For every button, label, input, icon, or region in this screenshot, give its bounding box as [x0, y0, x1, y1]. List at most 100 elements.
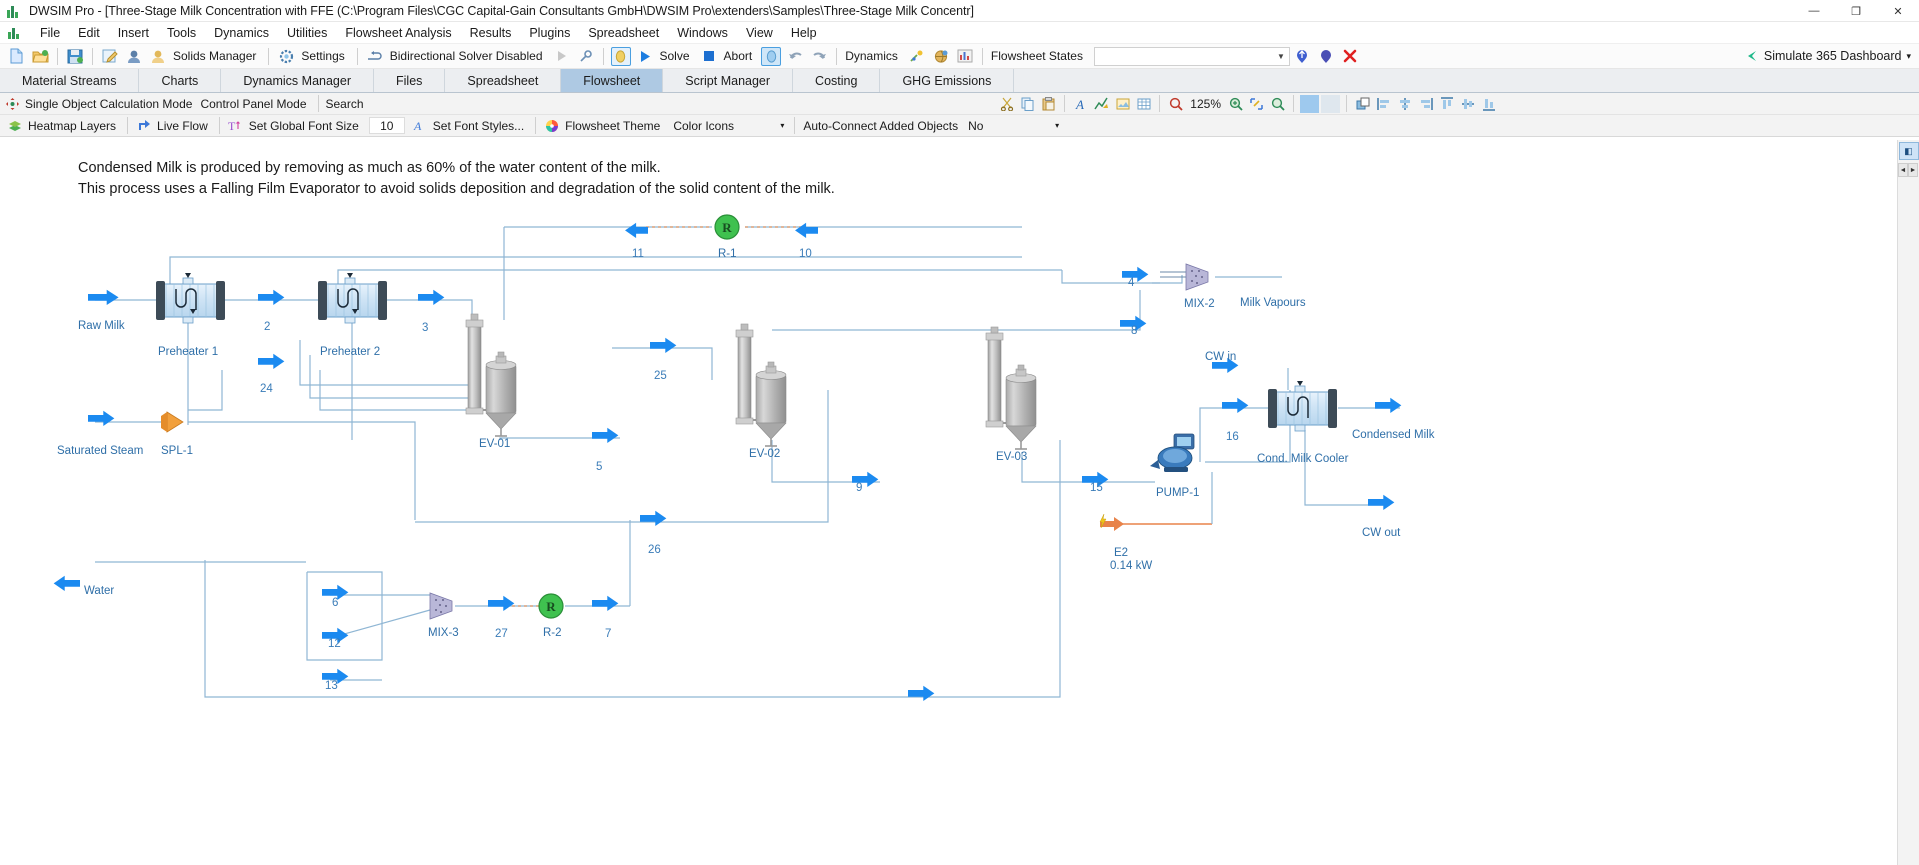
bidirectional-solver-button[interactable]: Bidirectional Solver Disabled	[387, 46, 550, 67]
set-font-styles-icon[interactable]: A	[410, 117, 429, 135]
open-folder-icon[interactable]	[30, 47, 50, 66]
insert-table-icon[interactable]	[1134, 95, 1153, 113]
tab-flowsheet[interactable]: Flowsheet	[561, 69, 664, 92]
tab-spreadsheet[interactable]: Spreadsheet	[445, 69, 562, 92]
close-button[interactable]: ✕	[1877, 0, 1919, 22]
dashboard-area[interactable]: Simulate 365 Dashboard ▾	[1745, 49, 1911, 63]
menu-item-spreadsheet[interactable]: Spreadsheet	[579, 23, 668, 43]
flowsheet-drawing-area[interactable]: Condensed Milk is produced by removing a…	[0, 140, 1919, 865]
dynamics-config-icon[interactable]	[907, 47, 927, 66]
zoom-selection-icon[interactable]	[1268, 95, 1287, 113]
scroll-right-button[interactable]: ►	[1908, 163, 1918, 177]
paste-icon[interactable]	[1039, 95, 1058, 113]
tab-material-streams[interactable]: Material Streams	[0, 69, 140, 92]
menu-item-help[interactable]: Help	[782, 23, 826, 43]
run-step-icon[interactable]	[552, 47, 572, 66]
dynamics-globe-icon[interactable]	[931, 47, 951, 66]
dynamics-chart-icon[interactable]	[955, 47, 975, 66]
bidirectional-solver-icon[interactable]	[365, 47, 385, 66]
snap-grid-icon[interactable]	[1321, 94, 1340, 113]
scroll-left-button[interactable]: ◄	[1898, 163, 1908, 177]
solver-settings-icon[interactable]	[576, 47, 596, 66]
zoom-in-icon[interactable]	[1226, 95, 1245, 113]
align-center-icon[interactable]	[1395, 95, 1414, 113]
abort-label: Abort	[723, 49, 753, 63]
flowsheet-states-button[interactable]: Flowsheet States	[988, 46, 1090, 67]
align-bottom-icon[interactable]	[1479, 95, 1498, 113]
minimize-button[interactable]: —	[1793, 0, 1835, 22]
settings-gear-icon[interactable]	[276, 47, 296, 66]
maximize-button[interactable]: ❐	[1835, 0, 1877, 22]
solve-play-icon[interactable]	[635, 47, 655, 66]
zoom-reset-icon[interactable]	[1166, 95, 1185, 113]
menu-item-edit[interactable]: Edit	[69, 23, 109, 43]
pause-solver-icon[interactable]	[610, 46, 631, 66]
heatmap-layers-icon[interactable]	[5, 117, 24, 135]
zoom-fit-icon[interactable]	[1247, 95, 1266, 113]
live-flow-label[interactable]: Live Flow	[157, 119, 208, 133]
tab-files[interactable]: Files	[374, 69, 446, 92]
set-global-font-size-icon[interactable]: T	[226, 117, 245, 135]
load-state-icon[interactable]	[1316, 47, 1336, 66]
save-icon[interactable]	[65, 47, 85, 66]
text-tool-icon[interactable]: A	[1071, 95, 1090, 113]
single-object-mode-label[interactable]: Single Object Calculation Mode	[25, 97, 192, 111]
flowsheet-canvas[interactable]: Condensed Milk is produced by removing a…	[0, 140, 1919, 865]
tab-script-manager[interactable]: Script Manager	[663, 69, 794, 92]
align-left-icon[interactable]	[1374, 95, 1393, 113]
dynamics-button[interactable]: Dynamics	[842, 46, 905, 67]
menu-item-utilities[interactable]: Utilities	[278, 23, 336, 43]
menu-item-file[interactable]: File	[31, 23, 69, 43]
settings-button[interactable]: Settings	[298, 46, 351, 67]
flowsheet-theme-combo[interactable]: Color Icons ▾	[669, 116, 790, 135]
menu-item-flowsheet-analysis[interactable]: Flowsheet Analysis	[336, 23, 460, 43]
menu-item-results[interactable]: Results	[461, 23, 521, 43]
abort-button[interactable]: Abort	[721, 46, 760, 67]
set-global-font-size-label[interactable]: Set Global Font Size	[249, 119, 359, 133]
copy-icon[interactable]	[1018, 95, 1037, 113]
menu-item-dynamics[interactable]: Dynamics	[205, 23, 278, 43]
flowsheet-states-combo[interactable]: ▼	[1093, 46, 1290, 66]
cut-icon[interactable]	[997, 95, 1016, 113]
align-right-icon[interactable]	[1416, 95, 1435, 113]
flowsheet-theme-label[interactable]: Flowsheet Theme	[565, 119, 660, 133]
grid-toggle-icon[interactable]	[1300, 94, 1319, 113]
font-size-input[interactable]: 10	[368, 117, 405, 134]
menu-item-plugins[interactable]: Plugins	[520, 23, 579, 43]
user-blue-icon[interactable]	[124, 47, 144, 66]
menu-item-view[interactable]: View	[737, 23, 782, 43]
undo-icon[interactable]	[785, 47, 805, 66]
control-panel-mode-label[interactable]: Control Panel Mode	[200, 97, 306, 111]
insert-chart-icon[interactable]	[1092, 95, 1111, 113]
flowsheet-theme-icon[interactable]	[542, 117, 561, 135]
solver-status-icon[interactable]	[761, 46, 782, 66]
edit-properties-icon[interactable]	[100, 47, 120, 66]
single-object-mode-icon[interactable]	[3, 95, 22, 113]
tab-costing[interactable]: Costing	[793, 69, 881, 92]
search-label[interactable]: Search	[326, 97, 364, 111]
new-file-icon[interactable]	[6, 47, 26, 66]
align-middle-icon[interactable]	[1458, 95, 1477, 113]
redo-icon[interactable]	[809, 47, 829, 66]
tab-charts[interactable]: Charts	[139, 69, 222, 92]
set-font-styles-label[interactable]: Set Font Styles...	[433, 119, 524, 133]
collapse-panel-button[interactable]: ◧	[1898, 142, 1919, 160]
solve-button[interactable]: Solve	[657, 46, 697, 67]
save-state-icon[interactable]	[1292, 47, 1312, 66]
align-top-icon[interactable]	[1437, 95, 1456, 113]
delete-state-icon[interactable]	[1340, 47, 1360, 66]
menu-item-tools[interactable]: Tools	[158, 23, 205, 43]
insert-image-icon[interactable]	[1113, 95, 1132, 113]
label-stream-8: 8	[1131, 325, 1138, 337]
abort-stop-icon[interactable]	[699, 47, 719, 66]
menu-item-windows[interactable]: Windows	[668, 23, 737, 43]
live-flow-icon[interactable]	[134, 117, 153, 135]
menu-item-insert[interactable]: Insert	[109, 23, 158, 43]
tab-ghg-emissions[interactable]: GHG Emissions	[880, 69, 1015, 92]
auto-connect-combo[interactable]: No ▾	[964, 116, 1065, 135]
solids-manager-button[interactable]: Solids Manager	[170, 46, 263, 67]
bring-to-front-icon[interactable]	[1353, 95, 1372, 113]
user-yellow-icon[interactable]	[148, 47, 168, 66]
tab-dynamics-manager[interactable]: Dynamics Manager	[221, 69, 374, 92]
heatmap-layers-label[interactable]: Heatmap Layers	[28, 119, 116, 133]
